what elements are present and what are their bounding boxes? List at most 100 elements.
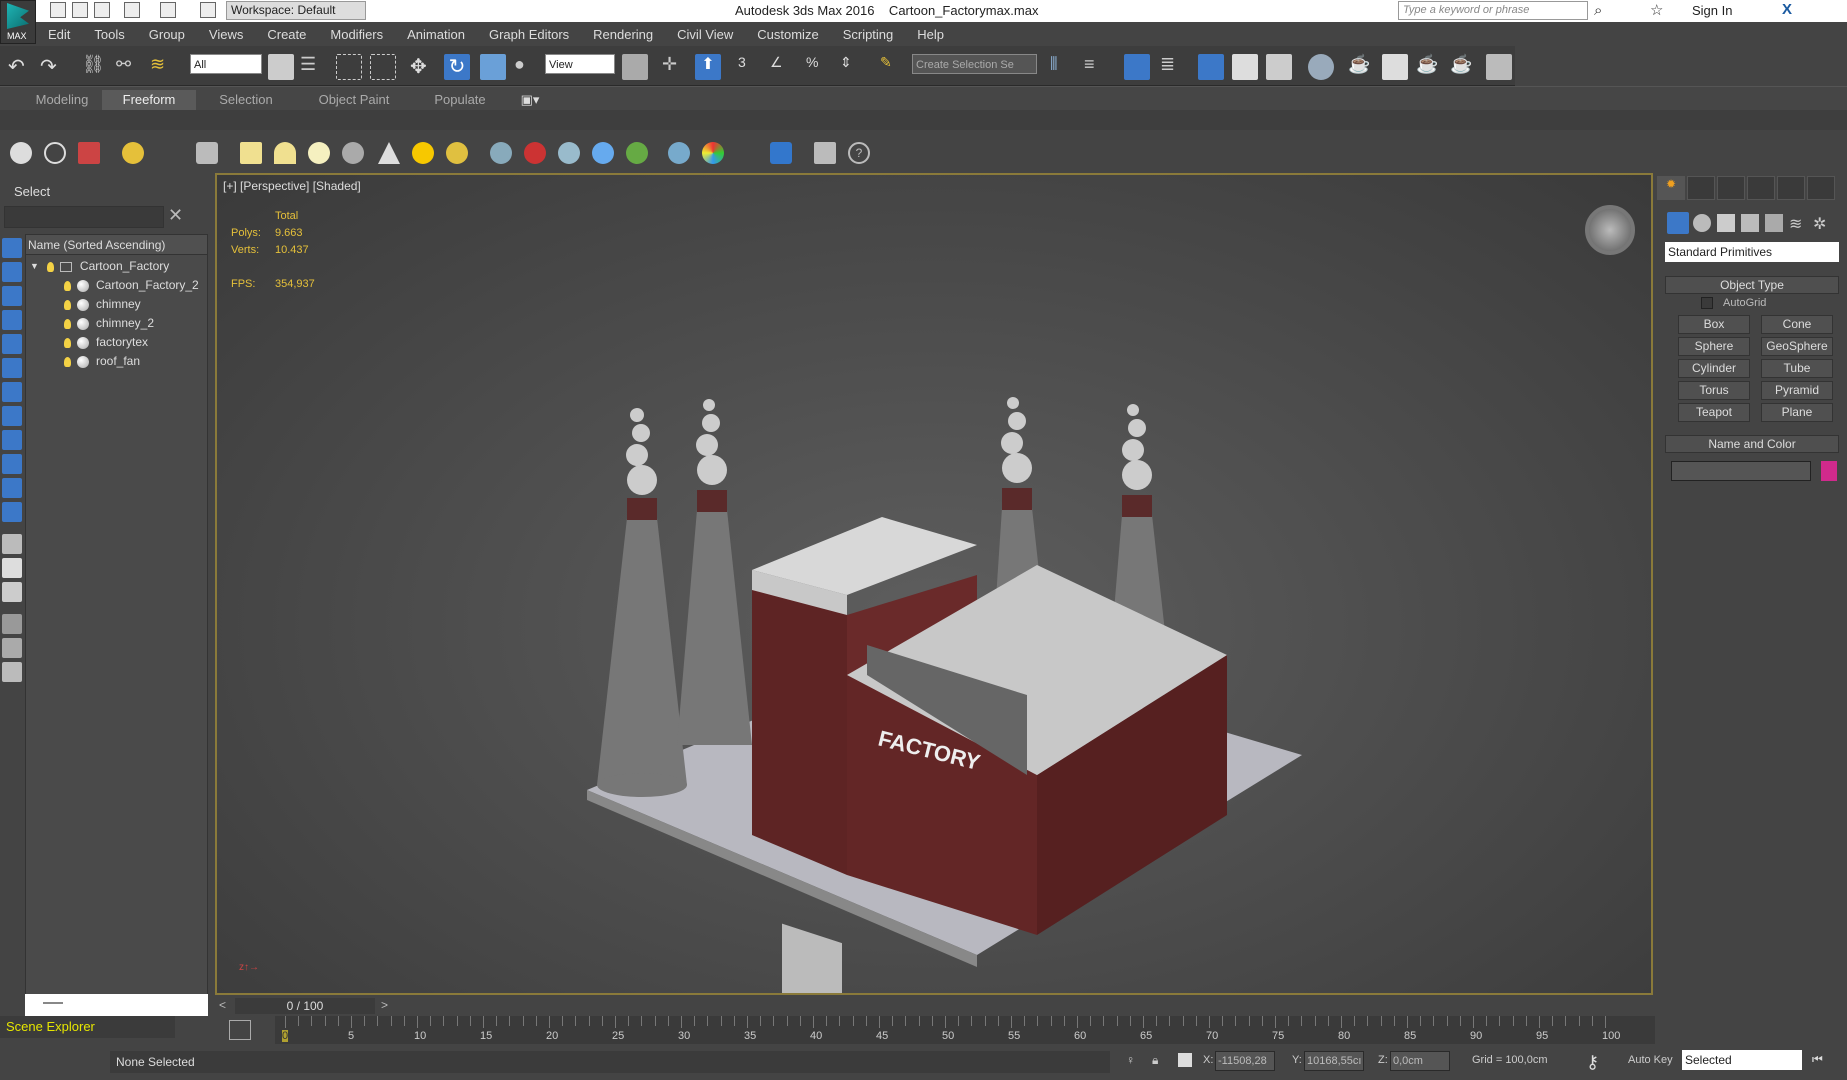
clear-filter-icon[interactable]: ✕: [168, 205, 183, 226]
sphere-button[interactable]: Sphere: [1678, 337, 1750, 356]
timeline-track[interactable]: 0 5 10 15 20 25 30 35 40 45 50 55 60 65 70 75 80 85 90 95 10…: [275, 1016, 1655, 1044]
favorites-star-icon[interactable]: ☆: [1650, 1, 1663, 19]
space-warps-category-icon[interactable]: ≋: [1789, 214, 1802, 234]
display-shapes-icon[interactable]: [2, 262, 22, 282]
redo-icon[interactable]: ↷: [40, 54, 66, 80]
display-lights-icon[interactable]: [2, 286, 22, 306]
align-icon[interactable]: ≡: [1084, 54, 1110, 80]
torus-button[interactable]: Torus: [1678, 381, 1750, 400]
project-icon[interactable]: [200, 2, 216, 18]
reference-coordinate-dropdown[interactable]: View: [545, 54, 615, 74]
link-icon[interactable]: ⛓: [82, 54, 108, 80]
material-editor-icon[interactable]: [1308, 54, 1334, 80]
placement-icon[interactable]: ●: [514, 54, 540, 80]
cone-button[interactable]: Cone: [1761, 315, 1833, 334]
visibility-bulb-icon[interactable]: [46, 261, 54, 272]
named-selection-dropdown[interactable]: Create Selection Se: [912, 54, 1037, 74]
sky-icon[interactable]: [446, 142, 468, 164]
pyramid-button[interactable]: Pyramid: [1761, 381, 1833, 400]
layers-icon[interactable]: [2, 662, 22, 682]
tree-row[interactable]: Cartoon_Factory_2: [64, 276, 199, 295]
binoculars-icon[interactable]: ⌕: [1594, 2, 1602, 19]
plane-button[interactable]: Plane: [1761, 403, 1833, 422]
y-coordinate-field[interactable]: 10168,55cı: [1304, 1051, 1364, 1071]
schematic-view-icon[interactable]: [1266, 54, 1292, 80]
display-cameras-icon[interactable]: [2, 310, 22, 330]
tree-row[interactable]: chimney_2: [64, 314, 154, 333]
open-file-icon[interactable]: [72, 2, 88, 18]
bind-space-warp-icon[interactable]: ≋: [150, 54, 176, 80]
menu-help[interactable]: Help: [905, 27, 956, 42]
go-to-start-icon[interactable]: ⏮: [1812, 1052, 1823, 1067]
selection-filter-dropdown[interactable]: All: [190, 54, 262, 74]
new-file-icon[interactable]: [50, 2, 66, 18]
autogrid-checkbox[interactable]: [1701, 297, 1713, 309]
scene-explorer-toggle-icon[interactable]: [1124, 54, 1150, 80]
utilities-tab-icon[interactable]: [1807, 176, 1835, 200]
isolate-icon[interactable]: ♀: [1126, 1053, 1135, 1067]
display-frozen-icon[interactable]: [2, 478, 22, 498]
tab-selection[interactable]: Selection: [206, 90, 286, 110]
sun-icon[interactable]: [412, 142, 434, 164]
tube-button[interactable]: Tube: [1761, 359, 1833, 378]
cloud-shape-icon[interactable]: [44, 142, 66, 164]
display-space-warps-icon[interactable]: [2, 358, 22, 378]
plane-light-icon[interactable]: [240, 142, 262, 164]
dome-light-icon[interactable]: [274, 142, 296, 164]
render-production-icon[interactable]: ☕: [1416, 54, 1442, 80]
render-setup-icon[interactable]: ☕: [1348, 54, 1374, 80]
display-geometry-icon[interactable]: [2, 238, 22, 258]
render-settings-icon[interactable]: [814, 142, 836, 164]
sign-in-button[interactable]: Sign In: [1692, 3, 1732, 18]
teapot-light-icon[interactable]: [342, 142, 364, 164]
geosphere-button[interactable]: GeoSphere: [1761, 337, 1833, 356]
pivot-center-icon[interactable]: [622, 54, 648, 80]
keyboard-shortcut-override-icon[interactable]: ⬆: [695, 54, 721, 80]
curve-editor-icon[interactable]: [1232, 54, 1258, 80]
app-menu-button[interactable]: MAX: [0, 0, 36, 44]
rectangular-selection-icon[interactable]: [336, 54, 362, 80]
display-xrefs-icon[interactable]: [2, 406, 22, 426]
tab-object-paint[interactable]: Object Paint: [304, 90, 404, 110]
invert-display-icon[interactable]: [2, 582, 22, 602]
frame-buffer-icon[interactable]: [770, 142, 792, 164]
redo-icon[interactable]: [160, 2, 176, 18]
unlink-icon[interactable]: ⚯: [116, 54, 142, 80]
z-coordinate-field[interactable]: 0,0cm: [1390, 1051, 1450, 1071]
scene-filter-input[interactable]: [4, 206, 164, 228]
move-icon[interactable]: ✥: [410, 54, 436, 80]
edit-named-selection-icon[interactable]: ✎: [880, 54, 906, 80]
name-and-color-rollout[interactable]: Name and Color: [1665, 435, 1839, 453]
search-input[interactable]: Type a keyword or phrase: [1398, 1, 1588, 20]
workspace-dropdown[interactable]: Workspace: Default: [226, 1, 366, 20]
sphere-light-icon[interactable]: [308, 142, 330, 164]
visibility-bulb-icon[interactable]: [64, 356, 71, 367]
select-menu[interactable]: Select: [14, 184, 50, 199]
perspective-viewport[interactable]: [+] [Perspective] [Shaded] Total Polys: …: [215, 173, 1653, 995]
help-icon[interactable]: ?: [848, 142, 870, 164]
save-icon[interactable]: [94, 2, 110, 18]
cone-light-icon[interactable]: [378, 142, 400, 164]
expand-arrow-icon[interactable]: ▼: [30, 257, 39, 276]
percent-snap-icon[interactable]: %: [806, 54, 832, 80]
tree-row-root[interactable]: ▼ Cartoon_Factory: [28, 257, 169, 276]
proxy-icon[interactable]: [558, 142, 580, 164]
modify-tab-icon[interactable]: [1687, 176, 1715, 200]
render-in-cloud-icon[interactable]: ☕: [1450, 54, 1476, 80]
image-icon[interactable]: [78, 142, 100, 164]
menu-scripting[interactable]: Scripting: [831, 27, 906, 42]
toggle-ribbon-icon[interactable]: [1198, 54, 1224, 80]
object-name-input[interactable]: [1671, 461, 1811, 481]
viewcube[interactable]: [1585, 205, 1635, 255]
rotate-icon[interactable]: ↻: [444, 54, 470, 80]
key-filter-dropdown[interactable]: Selected: [1682, 1050, 1802, 1070]
color-palette-icon[interactable]: [702, 142, 724, 164]
create-tab-icon[interactable]: ✹: [1657, 176, 1685, 200]
mirror-icon[interactable]: ⫴: [1050, 54, 1076, 80]
light-icon[interactable]: [122, 142, 144, 164]
menu-civil-view[interactable]: Civil View: [665, 27, 745, 42]
lights-category-icon[interactable]: [1717, 214, 1735, 232]
ribbon-options-icon[interactable]: ▣▾: [515, 90, 545, 110]
tab-modeling[interactable]: Modeling: [22, 90, 102, 110]
capsule-icon[interactable]: [524, 142, 546, 164]
